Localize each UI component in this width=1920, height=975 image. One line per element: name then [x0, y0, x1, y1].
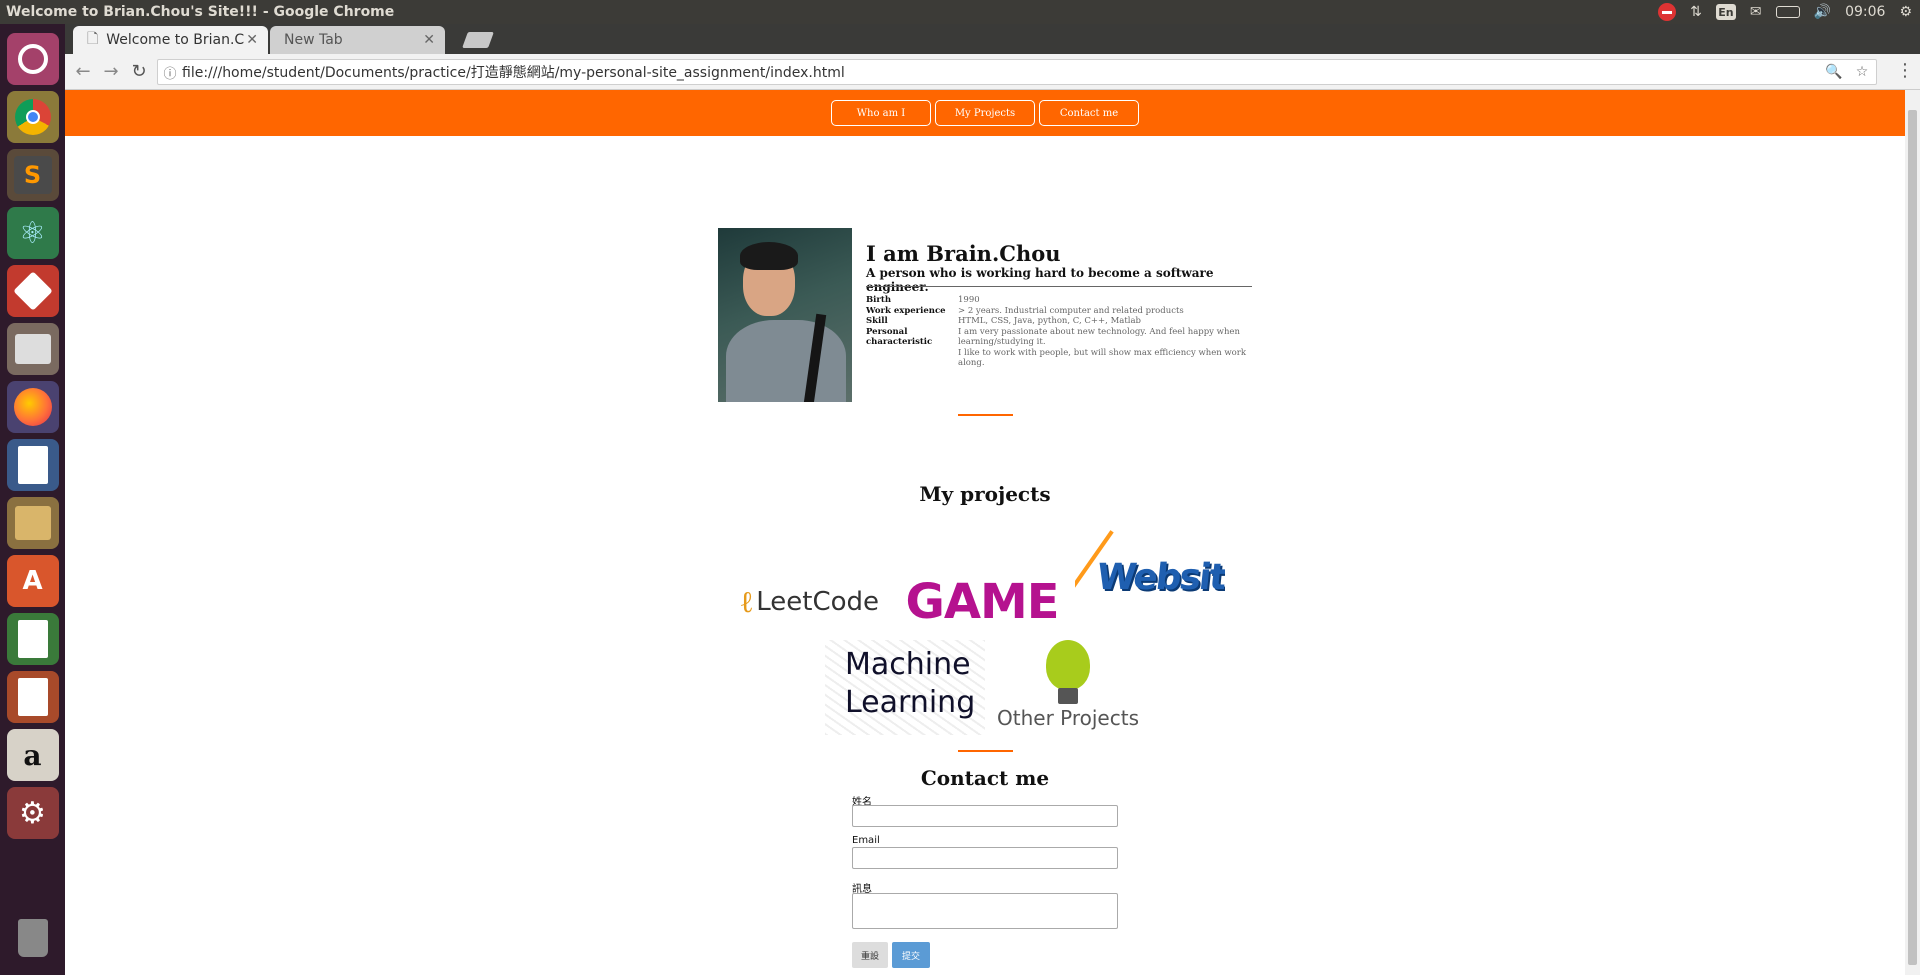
- mail-icon[interactable]: ✉: [1750, 4, 1762, 20]
- notification-block-icon[interactable]: [1658, 3, 1677, 21]
- firefox-icon[interactable]: [6, 381, 59, 433]
- game-label: GAME: [907, 574, 1057, 630]
- message-textarea[interactable]: [852, 893, 1118, 929]
- project-game[interactable]: GAME: [907, 562, 1057, 642]
- profile-photo: [718, 228, 852, 402]
- archive-manager-icon[interactable]: [6, 497, 59, 549]
- nav-contact-me[interactable]: Contact me: [1039, 100, 1139, 126]
- divider: [866, 286, 1252, 287]
- scrollbar-thumb[interactable]: [1908, 110, 1917, 965]
- tab-label: Welcome to Brian.C: [106, 32, 245, 48]
- info-icon[interactable]: ⓘ: [158, 63, 182, 82]
- url-text[interactable]: file:///home/student/Documents/practice/…: [182, 62, 1820, 82]
- accent-divider: [958, 414, 1013, 416]
- site-nav: Who am I My Projects Contact me: [65, 90, 1905, 136]
- os-top-panel: Welcome to Brian.Chou's Site!!! - Google…: [0, 0, 1920, 24]
- launcher: S ⚛ A a ⚙: [0, 24, 65, 975]
- close-tab-icon[interactable]: ✕: [246, 32, 258, 48]
- project-other[interactable]: Other Projects: [993, 638, 1153, 735]
- writer-icon[interactable]: [6, 439, 59, 491]
- atom-icon[interactable]: ⚛: [6, 207, 59, 259]
- email-input[interactable]: [852, 847, 1118, 869]
- git-icon[interactable]: [6, 265, 59, 317]
- projects-title: My projects: [919, 482, 1051, 506]
- email-label: Email: [852, 835, 880, 846]
- project-leetcode[interactable]: ℓ LeetCode: [735, 562, 885, 642]
- ubuntu-dash-icon[interactable]: [6, 33, 59, 85]
- project-website[interactable]: Website: [1075, 515, 1225, 635]
- profile-info-table: Birth 1990 Work experience > 2 years. Indu…: [866, 295, 1256, 369]
- close-tab-icon[interactable]: ✕: [423, 32, 435, 48]
- profile-name: I am Brain.Chou: [866, 241, 1061, 266]
- bookmark-star-icon[interactable]: ☆: [1848, 64, 1876, 80]
- system-settings-icon[interactable]: ⚙: [6, 787, 59, 839]
- battery-icon[interactable]: [1775, 6, 1800, 18]
- leetcode-label: LeetCode: [756, 587, 880, 617]
- other-projects-label: Other Projects: [997, 706, 1139, 730]
- settings-gear-icon[interactable]: ⚙: [1899, 4, 1912, 20]
- ml-line-1: Machine: [845, 647, 971, 682]
- ml-line-2: Learning: [845, 685, 976, 720]
- lightbulb-base: [1058, 688, 1078, 704]
- network-arrows-icon[interactable]: ⇅: [1690, 4, 1702, 20]
- website-label: Website: [1094, 557, 1225, 598]
- page-scrollbar[interactable]: [1905, 90, 1920, 975]
- info-row: I like to work with people, but will sho…: [958, 347, 1247, 369]
- tab-strip: 🗋 Welcome to Brian.C ✕ New Tab ✕: [65, 24, 1920, 54]
- address-bar[interactable]: ⓘ file:///home/student/Documents/practic…: [157, 59, 1877, 85]
- submit-button[interactable]: 提交: [892, 942, 930, 968]
- info-row: Skill HTML, CSS, Java, python, C, C++, Ma…: [866, 316, 1141, 326]
- zoom-icon[interactable]: 🔍: [1820, 64, 1848, 80]
- about-section: I am Brain.Chou A person who is working …: [718, 228, 1258, 404]
- info-row: Work experience > 2 years. Industrial com…: [866, 305, 1184, 316]
- keyboard-layout[interactable]: En: [1715, 4, 1736, 20]
- web-page: Who am I My Projects Contact me I am Bra…: [65, 90, 1905, 975]
- accent-divider: [958, 750, 1013, 752]
- name-input[interactable]: [852, 805, 1118, 827]
- tab-active[interactable]: 🗋 Welcome to Brian.C ✕: [73, 26, 268, 54]
- nav-my-projects[interactable]: My Projects: [935, 100, 1035, 126]
- impress-icon[interactable]: [6, 671, 59, 723]
- page-icon: 🗋: [87, 31, 99, 47]
- reload-icon[interactable]: ↻: [125, 61, 153, 82]
- calc-icon[interactable]: [6, 613, 59, 665]
- tab-label: New Tab: [284, 32, 343, 48]
- menu-icon[interactable]: ⋮: [1896, 60, 1914, 81]
- amazon-icon[interactable]: a: [6, 729, 59, 781]
- project-machine-learning[interactable]: Machine Learning: [825, 640, 985, 735]
- trash-icon[interactable]: [7, 912, 59, 964]
- leetcode-logo-icon: ℓ: [740, 584, 753, 620]
- files-icon[interactable]: [6, 323, 59, 375]
- software-center-icon[interactable]: A: [6, 555, 59, 607]
- window-title: Welcome to Brian.Chou's Site!!! - Google…: [6, 4, 395, 20]
- reset-button[interactable]: 重設: [852, 942, 888, 968]
- back-icon[interactable]: ←: [69, 61, 97, 82]
- chrome-icon[interactable]: [6, 91, 59, 143]
- new-tab-button[interactable]: [462, 32, 494, 48]
- info-row: Birth 1990: [866, 295, 980, 305]
- nav-who-am-i[interactable]: Who am I: [831, 100, 931, 126]
- sublime-text-icon[interactable]: S: [6, 149, 59, 201]
- browser-window: 🗋 Welcome to Brian.C ✕ New Tab ✕ ← → ↻ ⓘ…: [65, 24, 1920, 975]
- contact-title: Contact me: [920, 766, 1050, 790]
- profile-tagline: A person who is working hard to become a…: [866, 266, 1214, 294]
- volume-icon[interactable]: 🔊: [1814, 4, 1831, 20]
- tab-new[interactable]: New Tab ✕: [270, 26, 445, 54]
- info-row: Personal characteristic I am very passion…: [866, 326, 1240, 348]
- lightbulb-icon: [1046, 640, 1090, 690]
- clock[interactable]: 09:06: [1845, 4, 1885, 20]
- forward-icon[interactable]: →: [97, 61, 125, 82]
